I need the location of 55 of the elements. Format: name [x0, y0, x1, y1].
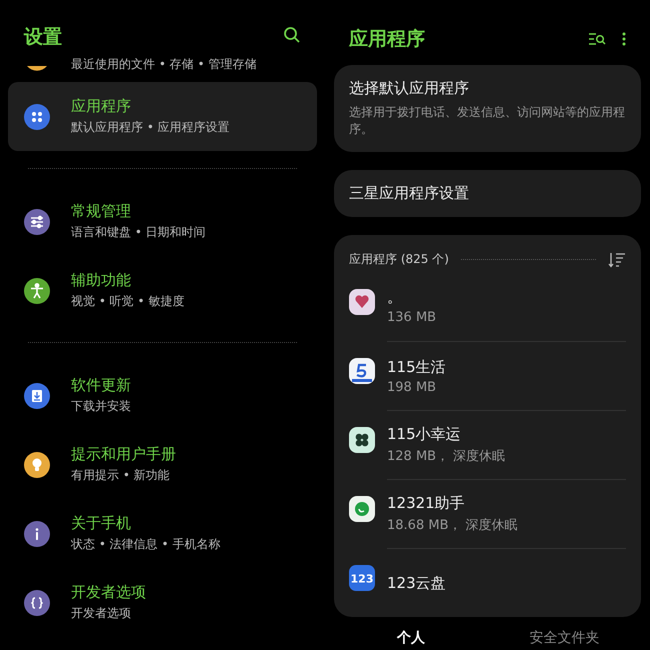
setting-subtitle: 开发者选项 [71, 605, 132, 622]
app-size: 18.68 MB， 深度休眠 [387, 517, 519, 534]
settings-item[interactable]: 常规管理 语言和键盘 • 日期和时间 [8, 187, 317, 256]
page-title: 设置 [24, 25, 62, 50]
setting-title: 提示和用户手册 [71, 445, 176, 464]
app-name: 115小幸运 [387, 425, 462, 444]
list-header: 应用程序 (825 个) [349, 251, 449, 268]
app-item[interactable]: 115小幸运 128 MB， 深度休眠 [349, 410, 626, 479]
sort-icon[interactable] [608, 252, 626, 268]
setting-subtitle: 最近使用的文件 • 存储 • 管理存储 [71, 56, 256, 73]
page-title: 应用程序 [349, 27, 425, 52]
app-name: 。 [387, 288, 403, 307]
settings-item[interactable]: 关于手机 状态 • 法律信息 • 手机名称 [8, 499, 317, 568]
setting-title: 关于手机 [71, 514, 132, 533]
bottom-tab[interactable]: 安全文件夹 [488, 625, 641, 650]
more-options-icon[interactable] [622, 32, 626, 46]
settings-item[interactable]: 应用程序 默认应用程序 • 应用程序设置 [8, 82, 317, 151]
app-item[interactable]: 123 123云盘 [349, 548, 626, 617]
app-item[interactable]: 115生活 198 MB [349, 341, 626, 410]
setting-subtitle: 语言和键盘 • 日期和时间 [71, 224, 206, 241]
setting-title: 辅助功能 [71, 271, 132, 290]
bottom-tab[interactable]: 个人 [334, 625, 488, 650]
settings-card[interactable]: 选择默认应用程序 选择用于拨打电话、发送信息、访问网站等的应用程序。 [334, 65, 641, 152]
setting-title: 软件更新 [71, 376, 131, 395]
swoosh-app-icon [349, 358, 375, 384]
phone-app-icon [349, 496, 375, 522]
settings-item[interactable]: 软件更新 下载并安装 [8, 361, 317, 430]
setting-subtitle: 有用提示 • 新功能 [71, 467, 171, 484]
clover-app-icon [349, 426, 375, 452]
settings-card[interactable]: 三星应用程序设置 [334, 170, 641, 217]
card-description: 选择用于拨打电话、发送信息、访问网站等的应用程序。 [349, 104, 626, 138]
setting-subtitle: 下载并安装 [71, 398, 131, 415]
app-size: 128 MB， 深度休眠 [387, 448, 506, 465]
app-size: 136 MB [387, 310, 438, 325]
filter-search-icon[interactable] [588, 32, 606, 46]
app-icon: 123 [349, 564, 375, 590]
setting-subtitle: 视觉 • 听觉 • 敏捷度 [71, 293, 184, 310]
app-item[interactable]: 。 136 MB [349, 272, 626, 341]
settings-item[interactable]: 提示和用户手册 有用提示 • 新功能 [8, 430, 317, 499]
setting-title: 应用程序 [71, 97, 132, 116]
setting-title: 开发者选项 [71, 583, 146, 602]
settings-item[interactable]: 辅助功能 视觉 • 听觉 • 敏捷度 [8, 256, 317, 325]
app-name: 123云盘 [387, 574, 447, 592]
card-title: 三星应用程序设置 [349, 184, 470, 203]
setting-subtitle: 默认应用程序 • 应用程序设置 [71, 119, 230, 136]
app-name: 115生活 [387, 358, 447, 376]
app-size: 198 MB [387, 380, 438, 394]
heart-app-icon [349, 288, 375, 314]
search-icon[interactable] [283, 26, 301, 44]
app-item[interactable]: 12321助手 18.68 MB， 深度休眠 [349, 479, 626, 548]
settings-item[interactable]: 开发者选项 开发者选项 [8, 568, 317, 637]
app-name: 12321助手 [387, 494, 466, 513]
card-title: 选择默认应用程序 [349, 79, 470, 98]
setting-title: 常规管理 [71, 202, 132, 221]
setting-subtitle: 状态 • 法律信息 • 手机名称 [71, 536, 220, 553]
